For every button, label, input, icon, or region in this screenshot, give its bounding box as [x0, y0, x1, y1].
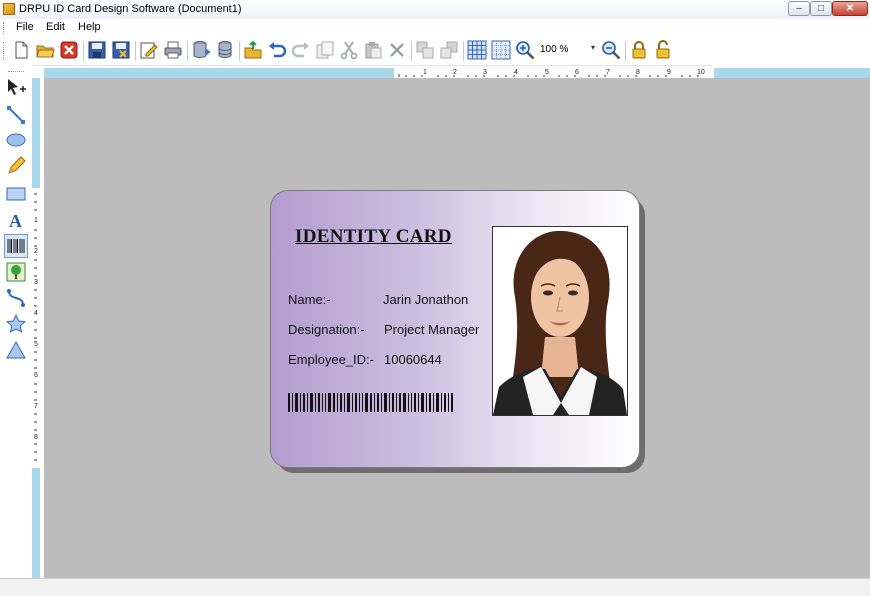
tools-panel-gap	[0, 365, 32, 578]
pointer-icon[interactable]	[5, 77, 27, 99]
vertical-ruler-margin	[32, 78, 40, 188]
ruler-label: 1	[34, 217, 38, 224]
menu-edit[interactable]: Edit	[46, 21, 65, 33]
star-icon[interactable]	[5, 313, 27, 335]
designation-label[interactable]: Designation:-	[288, 322, 365, 337]
name-label[interactable]: Name:-	[288, 292, 331, 307]
minimize-button[interactable]: –	[788, 1, 810, 16]
ruler-label: 9	[667, 69, 671, 76]
ruler-label: 1	[423, 69, 427, 76]
toolbar-separator	[135, 41, 136, 61]
fit-grid-icon[interactable]	[491, 40, 511, 60]
app-icon	[3, 3, 15, 15]
redo-icon[interactable]	[291, 40, 311, 60]
ruler-label: 4	[34, 310, 38, 317]
barcode-icon[interactable]	[4, 234, 28, 258]
send-back-icon[interactable]	[439, 40, 459, 60]
database-icon[interactable]	[215, 40, 235, 60]
vertical-ruler-scale: 1 2 3 4 5 6 7 8	[33, 188, 41, 468]
zoom-select[interactable]: 100 % ▾	[538, 42, 600, 58]
bring-front-icon[interactable]	[415, 40, 435, 60]
ruler-label: 2	[34, 248, 38, 255]
picture-icon[interactable]	[5, 261, 27, 283]
pencil-icon[interactable]	[5, 155, 27, 177]
line-icon[interactable]	[5, 104, 27, 126]
print-icon[interactable]	[163, 40, 183, 60]
close-doc-icon[interactable]	[59, 40, 79, 60]
database-add-icon[interactable]	[191, 40, 211, 60]
employee-id-label[interactable]: Employee_ID:-	[288, 352, 374, 367]
ruler-label: 5	[34, 341, 38, 348]
toolbar-grip	[3, 42, 6, 60]
copy-format-icon[interactable]	[315, 40, 335, 60]
menu-bar: File Edit Help	[0, 19, 870, 37]
cut-icon[interactable]	[339, 40, 359, 60]
svg-text:A: A	[9, 211, 22, 231]
status-bar	[0, 578, 870, 596]
toolbar-separator	[83, 41, 84, 61]
barcode[interactable]	[288, 393, 454, 412]
export-icon[interactable]	[243, 40, 263, 60]
ruler-label: 5	[545, 69, 549, 76]
card-title[interactable]: IDENTITY CARD	[295, 226, 452, 248]
ruler-label: 2	[453, 69, 457, 76]
ruler-label: 3	[483, 69, 487, 76]
unlock-icon[interactable]	[653, 40, 673, 60]
new-icon[interactable]	[11, 40, 31, 60]
toolbar-separator	[411, 41, 412, 61]
zoom-value: 100 %	[540, 44, 569, 55]
triangle-icon[interactable]	[5, 339, 27, 361]
undo-icon[interactable]	[267, 40, 287, 60]
zoom-in-icon[interactable]	[515, 40, 535, 60]
open-folder-icon[interactable]	[35, 40, 55, 60]
ellipse-icon[interactable]	[5, 129, 27, 151]
rectangle-icon[interactable]	[5, 183, 27, 205]
menu-grip	[3, 22, 6, 34]
ruler-label: 4	[514, 69, 518, 76]
ruler-label: 10	[697, 69, 705, 76]
close-button[interactable]: ✕	[832, 1, 868, 16]
ruler-label: 7	[606, 69, 610, 76]
curve-icon[interactable]	[5, 287, 27, 309]
name-value[interactable]: Jarin Jonathon	[383, 292, 468, 307]
main-toolbar: 100 % ▾	[0, 37, 712, 66]
ruler-label: 8	[636, 69, 640, 76]
employee-photo[interactable]	[492, 226, 628, 416]
ruler-label: 6	[34, 372, 38, 379]
toolbar-separator	[239, 41, 240, 61]
paste-icon[interactable]	[363, 40, 383, 60]
save-icon[interactable]	[87, 40, 107, 60]
ruler-label: 6	[575, 69, 579, 76]
text-icon[interactable]: A	[5, 209, 27, 231]
ruler-label: 3	[34, 279, 38, 286]
ruler-label: 8	[34, 434, 38, 441]
delete-icon[interactable]	[387, 40, 407, 60]
zoom-out-icon[interactable]	[601, 40, 621, 60]
tools-grip	[8, 71, 24, 73]
grid-icon[interactable]	[467, 40, 487, 60]
maximize-button[interactable]: □	[810, 1, 832, 16]
ruler-label: 7	[34, 403, 38, 410]
window-title: DRPU ID Card Design Software (Document1)	[19, 3, 242, 15]
toolbar-separator	[625, 41, 626, 61]
drawing-tools-panel: A	[0, 65, 32, 365]
save-as-icon[interactable]	[111, 40, 131, 60]
toolbar-separator	[463, 41, 464, 61]
lock-icon[interactable]	[629, 40, 649, 60]
title-bar: DRPU ID Card Design Software (Document1)…	[0, 0, 870, 20]
toolbar-separator	[187, 41, 188, 61]
menu-file[interactable]: File	[16, 21, 34, 33]
designation-value[interactable]: Project Manager	[384, 322, 479, 337]
chevron-down-icon: ▾	[591, 43, 596, 52]
employee-id-value[interactable]: 10060644	[384, 352, 442, 367]
horizontal-ruler-scale	[394, 68, 714, 78]
edit-icon[interactable]	[139, 40, 159, 60]
menu-help[interactable]: Help	[78, 21, 101, 33]
vertical-ruler-margin	[32, 468, 40, 578]
